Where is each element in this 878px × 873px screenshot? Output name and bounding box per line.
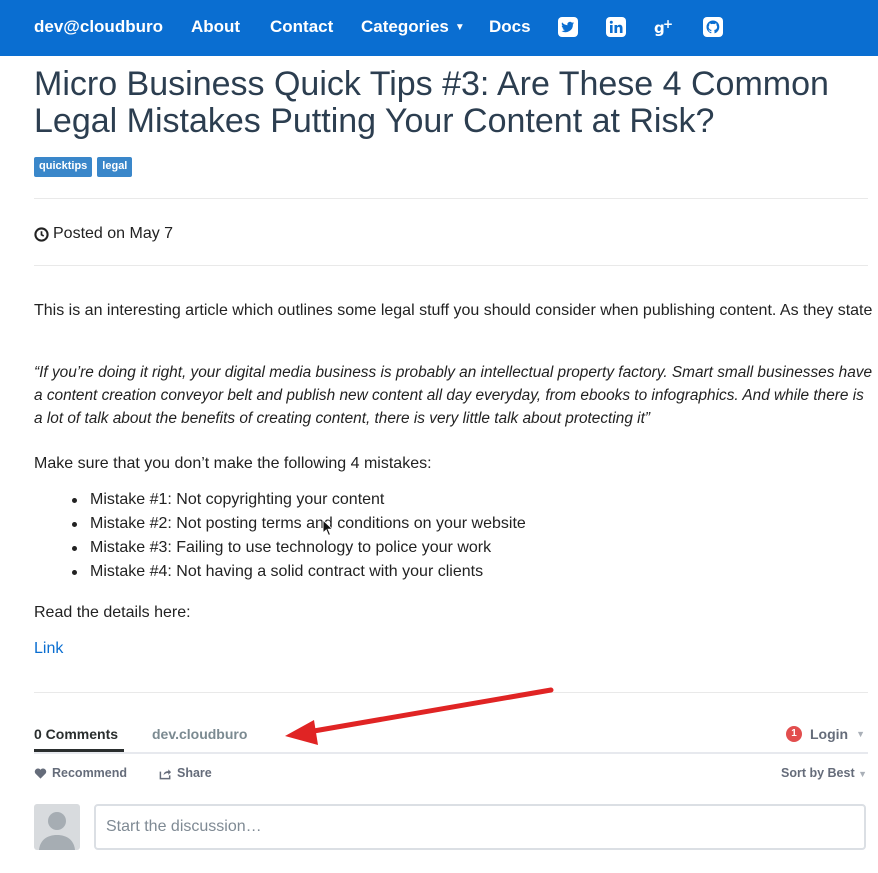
nav-contact[interactable]: Contact	[270, 17, 333, 37]
caret-down-icon: ▼	[858, 769, 868, 779]
linkedin-icon[interactable]	[605, 16, 627, 38]
heart-icon	[34, 767, 47, 779]
list-item: Mistake #3: Failing to use technology to…	[72, 536, 526, 560]
navbar: dev@cloudburo About Contact Categories ▼ …	[0, 0, 878, 56]
github-icon[interactable]	[702, 16, 724, 38]
mistakes-list: Mistake #1: Not copyrighting your conten…	[34, 488, 526, 584]
tab-community[interactable]: dev.cloudburo	[152, 726, 247, 742]
read-more-text: Read the details here:	[34, 604, 191, 621]
nav-docs[interactable]: Docs	[489, 17, 531, 37]
page-title: Micro Business Quick Tips #3: Are These …	[34, 65, 829, 140]
avatar	[34, 804, 80, 850]
svg-text:+: +	[663, 17, 673, 31]
sort-label: Sort by Best	[781, 766, 855, 780]
recommend-label: Recommend	[52, 766, 128, 780]
tab-comments-count[interactable]: 0 Comments	[34, 726, 118, 742]
share-button[interactable]: Share	[159, 766, 212, 780]
notification-badge: 1	[786, 726, 802, 742]
list-item: Mistake #1: Not copyrighting your conten…	[72, 488, 526, 512]
divider	[34, 692, 868, 693]
sort-dropdown[interactable]: Sort by Best ▼	[781, 766, 867, 780]
list-item: Mistake #4: Not having a solid contract …	[72, 560, 526, 584]
tag-list: quicktips legal	[34, 157, 133, 177]
tag-quicktips[interactable]: quicktips	[34, 157, 93, 177]
google-plus-icon[interactable]: g +	[653, 16, 675, 38]
login-button[interactable]: 1 Login ▼	[786, 726, 865, 742]
comment-input[interactable]	[94, 804, 866, 850]
mistakes-lead: Make sure that you don’t make the follow…	[34, 455, 432, 472]
caret-down-icon: ▼	[454, 22, 465, 33]
nav-categories[interactable]: Categories ▼	[361, 17, 465, 37]
login-label: Login	[810, 726, 849, 742]
tag-legal[interactable]: legal	[97, 157, 133, 177]
nav-about[interactable]: About	[191, 17, 240, 37]
post-date-label: Posted on May 7	[53, 225, 174, 242]
mouse-cursor-icon	[322, 519, 334, 537]
nav-categories-label: Categories	[361, 17, 449, 36]
recommend-button[interactable]: Recommend	[34, 766, 127, 780]
list-item: Mistake #2: Not posting terms and condit…	[72, 512, 526, 536]
share-icon	[159, 768, 172, 779]
article-quote: “If you’re doing it right, your digital …	[34, 364, 873, 427]
user-placeholder-icon	[39, 812, 75, 850]
twitter-icon[interactable]	[557, 16, 579, 38]
tabs-divider	[34, 752, 868, 754]
brand-link[interactable]: dev@cloudburo	[34, 17, 163, 37]
divider	[34, 265, 868, 266]
article-intro: This is an interesting article which out…	[34, 302, 873, 319]
clock-icon	[34, 226, 49, 242]
share-label: Share	[177, 766, 212, 780]
post-date: Posted on May 7	[34, 225, 173, 243]
article-link[interactable]: Link	[34, 640, 63, 658]
divider	[34, 198, 868, 199]
caret-down-icon: ▼	[856, 729, 866, 739]
